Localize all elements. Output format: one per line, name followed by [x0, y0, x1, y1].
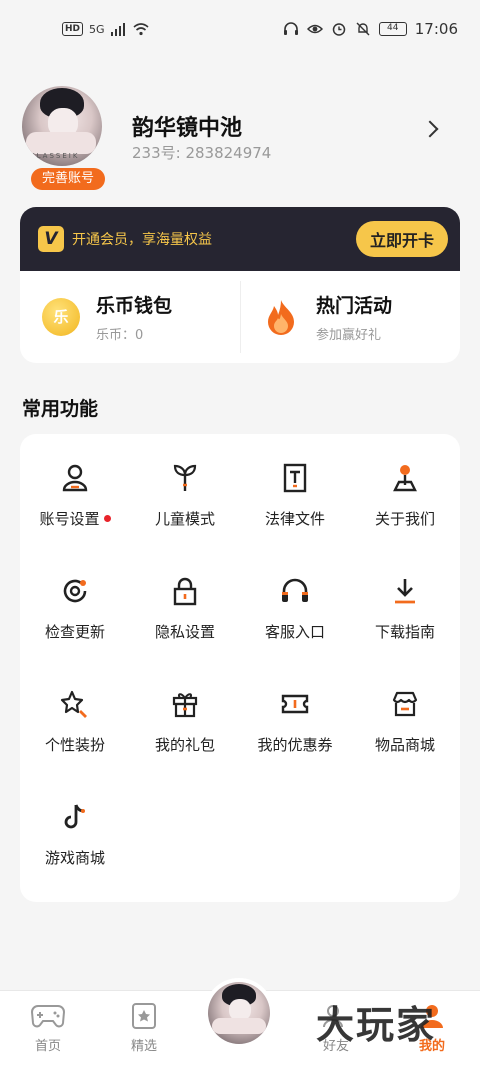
feature-label: 物品商城 — [374, 736, 435, 754]
nav-center-avatar[interactable] — [204, 978, 274, 1048]
feature-label: 账号设置 — [39, 510, 100, 528]
battery-icon: 44 — [378, 22, 407, 36]
clock: 17:06 — [414, 20, 458, 38]
hot-activities[interactable]: 热门活动 参加赢好礼 — [240, 271, 460, 363]
profile-id: 233号: 283824974 — [132, 144, 272, 162]
vip-banner[interactable]: V 开通会员，享海量权益 立即开卡 — [20, 207, 460, 271]
coin-icon: 乐 — [42, 298, 80, 336]
common-functions-panel: 账号设置 儿童模式 法律文件 关于我们 检查更新 隐私设置 客服入口 下载指南 … — [20, 434, 460, 902]
avatar-watermark: KLASSEIK — [30, 152, 80, 160]
notification-dot — [103, 515, 111, 522]
status-right: 44 17:06 — [283, 20, 458, 38]
flame-icon — [262, 298, 300, 336]
feature-label: 下载指南 — [374, 623, 435, 641]
feature-kids-mode[interactable]: 儿童模式 — [130, 462, 240, 575]
avatar[interactable]: KLASSEIK — [22, 86, 102, 166]
coin-wallet[interactable]: 乐 乐币钱包 乐币：0 — [20, 271, 240, 363]
site-watermark: 大玩家 — [316, 1003, 437, 1047]
activity-title: 热门活动 — [316, 295, 393, 317]
feature-privacy-settings[interactable]: 隐私设置 — [130, 575, 240, 688]
document-icon — [279, 462, 311, 494]
chevron-right-icon[interactable] — [421, 120, 439, 138]
user-icon — [59, 462, 91, 494]
alarm-icon — [332, 23, 346, 36]
eye-icon — [306, 24, 323, 34]
feature-label: 隐私设置 — [154, 623, 215, 641]
feature-label: 检查更新 — [44, 623, 105, 641]
signal-icon — [110, 23, 125, 36]
wifi-icon — [133, 23, 149, 36]
feature-legal-docs[interactable]: 法律文件 — [240, 462, 350, 575]
wallet-row: 乐 乐币钱包 乐币：0 热门活动 参加赢好礼 — [20, 271, 460, 363]
vip-logo-icon: V — [38, 226, 64, 252]
feature-label: 关于我们 — [374, 510, 435, 528]
feature-label: 客服入口 — [264, 623, 325, 641]
network-label: 5G — [89, 22, 105, 36]
star-wand-icon — [59, 688, 91, 720]
hd-icon: HD — [62, 22, 84, 36]
feature-label: 儿童模式 — [154, 510, 215, 528]
tiktok-icon — [59, 801, 91, 833]
vip-text: 开通会员，享海量权益 — [72, 232, 212, 248]
feature-label: 个性装扮 — [44, 736, 105, 754]
feature-download-guide[interactable]: 下载指南 — [350, 575, 460, 688]
feature-check-update[interactable]: 检查更新 — [20, 575, 130, 688]
status-bar: HD 5G 44 17:06 — [0, 0, 480, 58]
headset-icon — [279, 575, 311, 607]
activity-sub: 参加赢好礼 — [316, 328, 382, 343]
lock-icon — [169, 575, 201, 607]
profile-name: 韵华镜中池 — [132, 116, 243, 141]
feature-label: 我的优惠券 — [257, 736, 333, 754]
location-pin-icon — [389, 462, 421, 494]
nav-label: 首页 — [34, 1039, 61, 1054]
section-title-common: 常用功能 — [22, 398, 99, 420]
wallet-balance: 乐币：0 — [96, 328, 144, 343]
feature-personal-dressup[interactable]: 个性装扮 — [20, 688, 130, 801]
membership-card: V 开通会员，享海量权益 立即开卡 乐 乐币钱包 乐币：0 热门活动 参加赢好礼 — [20, 207, 460, 363]
nav-label: 精选 — [130, 1039, 157, 1054]
sprout-icon — [169, 462, 201, 494]
feature-customer-service[interactable]: 客服入口 — [240, 575, 350, 688]
feature-game-shop[interactable]: 游戏商城 — [20, 801, 130, 914]
nav-home[interactable]: 首页 — [0, 991, 96, 1067]
feature-label: 游戏商城 — [44, 849, 105, 867]
feature-my-gifts[interactable]: 我的礼包 — [130, 688, 240, 801]
coupon-icon — [279, 688, 311, 720]
download-icon — [389, 575, 421, 607]
status-left: HD 5G — [62, 22, 149, 36]
feature-label: 法律文件 — [264, 510, 325, 528]
wallet-title: 乐币钱包 — [96, 295, 173, 317]
profile-header[interactable]: KLASSEIK 完善账号 韵华镜中池 233号: 283824974 — [20, 86, 460, 190]
shop-icon — [389, 688, 421, 720]
complete-account-badge[interactable]: 完善账号 — [31, 168, 105, 190]
update-icon — [59, 575, 91, 607]
gamepad-icon — [30, 1001, 66, 1031]
feature-about-us[interactable]: 关于我们 — [350, 462, 460, 575]
nav-featured[interactable]: 精选 — [96, 991, 192, 1067]
open-card-button[interactable]: 立即开卡 — [356, 221, 448, 257]
feature-label: 我的礼包 — [154, 736, 215, 754]
headphones-icon — [283, 22, 298, 35]
mute-icon — [356, 22, 370, 36]
feature-account-settings[interactable]: 账号设置 — [20, 462, 130, 575]
gift-icon — [169, 688, 201, 720]
feature-item-shop[interactable]: 物品商城 — [350, 688, 460, 801]
feature-my-coupons[interactable]: 我的优惠券 — [240, 688, 350, 801]
star-card-icon — [126, 1001, 162, 1031]
